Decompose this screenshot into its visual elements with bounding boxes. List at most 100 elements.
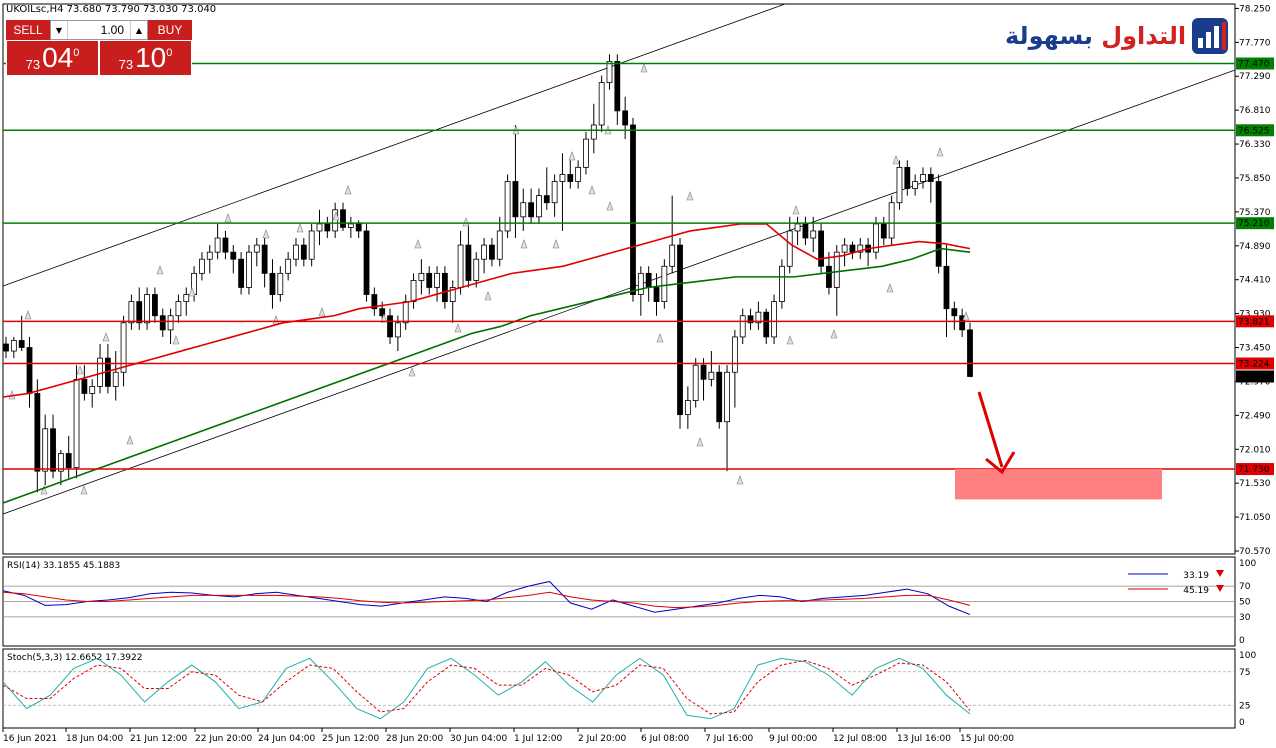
volume-field[interactable]: 1.00 [68,21,130,39]
candle-body [951,308,958,317]
y-tick-label: 78.250 [1239,4,1271,14]
fractal-arrow-icon [318,307,326,317]
buy-price[interactable]: 73 10 0 [99,40,192,76]
candle-body [779,265,785,303]
x-tick-label: 28 Jun 20:00 [386,734,443,744]
stoch-y-tick-label: 25 [1239,701,1250,711]
current-price-label: 73.040 [1238,372,1270,382]
chart-logo-icon [1192,18,1229,54]
candle-body [880,223,887,239]
candle-body [967,329,973,377]
candle-body [598,82,605,126]
candle-body [308,230,315,260]
rsi-y-tick-label: 50 [1239,598,1251,608]
buy-button[interactable]: BUY [148,20,192,40]
fractal-arrow-icon [172,335,180,345]
rsi-legend-down-arrow-icon [1216,570,1224,577]
candle-body [583,138,589,168]
candle-body [489,244,495,260]
candle-body [637,272,644,295]
one-click-trade-panel[interactable]: SELL ▼ 1.00 ▲ BUY 73 04 0 73 10 0 [6,20,192,76]
candle-body [724,371,730,423]
fractal-arrow-icon [296,223,304,233]
candle-body [849,244,856,253]
candle-body [363,230,370,295]
candle-body [669,244,676,267]
stoch-pane-frame [2,648,1236,729]
candle-body [692,364,699,401]
x-tick-label: 21 Jun 12:00 [130,734,187,744]
candle-body [285,258,292,274]
level-label: 73.224 [1238,359,1270,369]
brand-logo-text: التداول بسهولة [1005,22,1186,50]
candle-body [927,174,934,182]
x-tick-label: 1 Jul 12:00 [514,734,563,744]
candle-body [261,244,268,274]
target-zone-box [955,469,1162,500]
candle-body [771,301,777,338]
candle-body [700,364,707,380]
candle-body [465,244,472,281]
sell-button[interactable]: SELL [6,20,50,40]
fractal-arrow-icon [272,315,280,325]
candle-body [159,315,166,331]
stoch-line-red [2,659,971,715]
rsi-title: RSI(14) 33.1855 45.1883 [7,561,120,571]
volume-down-arrow-icon[interactable]: ▼ [51,21,68,39]
candle-body [73,378,80,469]
candle-body [606,61,613,83]
candle-body [551,181,558,204]
fractal-arrow-icon [696,437,704,447]
fractal-arrow-icon [588,185,596,195]
logo-text-blue: بسهولة [1005,22,1093,50]
x-tick-label: 25 Jun 12:00 [322,734,379,744]
candle-body [630,124,636,295]
candle-body [512,181,519,218]
candle-body [763,311,770,338]
buy-price-big: 10 [135,42,167,73]
candle-body [34,393,41,472]
rsi-y-tick-label: 70 [1239,582,1251,592]
fractal-arrow-icon [886,283,894,293]
candle-body [653,287,660,303]
fractal-arrow-icon [24,310,32,320]
rsi-y-tick-label: 30 [1239,613,1251,623]
fractal-arrow-icon [484,291,492,301]
level-label: 71.730 [1238,465,1270,475]
candle-body [920,174,926,182]
volume-up-arrow-icon[interactable]: ▲ [130,21,147,39]
logo-text-red: التداول [1101,22,1187,50]
stoch-y-tick-label: 0 [1239,718,1245,728]
x-tick-label: 30 Jun 04:00 [450,734,507,744]
x-tick-label: 7 Jul 16:00 [705,734,754,744]
fractal-arrow-icon [262,229,270,239]
candle-body [410,280,417,303]
candle-body [622,110,629,126]
fractal-arrow-icon [786,335,794,345]
candle-body [293,244,299,260]
chart-canvas[interactable]: 78.250 77.770 77.290 76.810 76.330 75.850 75.3… [0,0,1276,748]
x-tick-label: 2 Jul 20:00 [578,734,627,744]
candle-body [543,195,550,204]
lower-channel-line [2,69,1236,515]
fractal-arrow-icon [606,201,614,211]
y-tick-label: 75.370 [1239,208,1271,218]
y-tick-label: 77.290 [1239,72,1271,82]
candle-body [50,428,56,472]
candle-body [97,357,103,387]
candle-body [731,336,738,373]
level-label: 75.210 [1238,219,1270,229]
x-tick-label: 22 Jun 20:00 [195,734,252,744]
candle-body [65,453,72,469]
candle-body [614,61,621,112]
candle-body [26,347,33,394]
down-arrow-line [977,391,1004,468]
rsi-y-tick-label: 0 [1239,636,1245,646]
fractal-arrow-icon [408,367,416,377]
fractal-arrow-icon [792,205,800,215]
rsi-y-tick-label: 100 [1239,559,1256,569]
candle-body [473,258,480,281]
sell-price[interactable]: 73 04 0 [6,40,99,76]
candle-body [496,230,503,260]
candle-body [818,230,824,267]
